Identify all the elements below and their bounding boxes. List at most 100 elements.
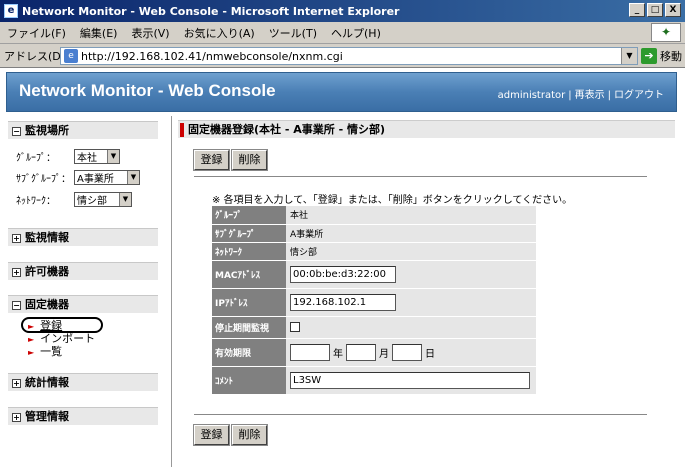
year-unit: 年 [333,348,343,360]
menu-favorites[interactable]: お気に入り(A) [177,25,262,41]
section-monitor-info[interactable]: + 監視情報 [8,228,158,246]
expiry-year-input[interactable] [290,343,330,361]
address-url: http://192.168.102.41/nmwebconsole/nxnm.… [81,49,343,63]
divider [194,414,647,415]
windows-logo-icon: ✦ [651,23,681,42]
collapse-icon[interactable]: − [12,126,21,136]
network-label: ﾈｯﾄﾜｰｸ： [16,195,56,207]
ie-icon: e [4,4,18,18]
menu-tools[interactable]: ツール(T) [262,25,324,41]
register-button-top[interactable]: 登録 [193,149,230,171]
delete-button-top[interactable]: 削除 [231,149,268,171]
header-banner: Network Monitor - Web Console administra… [6,72,677,112]
comment-field-label: ｺﾒﾝﾄ [212,366,286,395]
header-links: administrator | 再表示 | ログアウト [498,86,664,101]
mac-field-label: MACｱﾄﾞﾚｽ [212,260,286,289]
section-monitor-location[interactable]: − 監視場所 [8,121,158,139]
menu-edit[interactable]: 編集(E) [73,25,125,41]
form-row-mac: MACｱﾄﾞﾚｽ 00:0b:be:d3:22:00 [212,260,536,289]
go-label: 移動 [660,50,682,63]
menu-bar: ファイル(F) 編集(E) 表示(V) お気に入り(A) ツール(T) ヘルプ(… [0,22,685,44]
logout-link[interactable]: ログアウト [614,90,664,101]
expand-icon[interactable]: + [12,378,21,388]
maximize-button[interactable]: □ [647,3,663,17]
chevron-down-icon: ▼ [107,149,119,163]
expand-icon[interactable]: + [12,267,21,277]
form-row-subgroup: ｻﾌﾞｸﾞﾙｰﾌﾟ A事業所 [212,224,536,243]
user-link[interactable]: administrator [498,90,566,101]
subgroup-row: ｻﾌﾞｸﾞﾙｰﾌﾟ： A事業所 ▼ [16,169,140,185]
group-field-value: 本社 [286,206,536,225]
section-admin[interactable]: + 管理情報 [8,407,158,425]
expiry-day-input[interactable] [392,343,422,361]
network-field-value: 情シ部 [286,242,536,261]
expand-icon[interactable]: + [12,412,21,422]
network-select[interactable]: 情シ部 ▼ [74,191,132,207]
triangle-right-icon: ► [28,335,35,344]
group-row: ｸﾞﾙｰﾌﾟ： 本社 ▼ [16,148,120,164]
group-select-value: 本社 [77,152,97,164]
network-select-value: 情シ部 [77,195,107,207]
chevron-down-icon: ▼ [127,170,139,184]
subgroup-select[interactable]: A事業所 ▼ [74,169,140,185]
section-title: 固定機器 [25,298,69,311]
expiry-month-input[interactable] [346,343,376,361]
minimize-button[interactable]: _ [629,3,645,17]
window-title-bar: e Network Monitor - Web Console - Micros… [0,0,685,22]
link-import[interactable]: ► インポート [28,332,95,345]
address-label: アドレス(D) [4,49,66,63]
highlight-circle [21,317,103,333]
divider [194,176,647,177]
group-label: ｸﾞﾙｰﾌﾟ： [16,152,56,164]
stop-monitor-checkbox[interactable] [290,321,300,332]
chevron-down-icon[interactable]: ▼ [621,48,637,64]
delete-button-bottom[interactable]: 削除 [231,424,268,446]
register-button-bottom[interactable]: 登録 [193,424,230,446]
group-field-label: ｸﾞﾙｰﾌﾟ [212,206,286,225]
day-unit: 日 [425,348,435,360]
go-arrow-icon: ➔ [641,48,657,64]
section-title: 監視情報 [25,231,69,244]
instruction-text: ※ 各項目を入力して、「登録」または、「削除」ボタンをクリックしてください。 [212,195,573,206]
close-button[interactable]: X [665,3,681,17]
menu-file[interactable]: ファイル(F) [0,25,73,41]
comment-input[interactable]: L3SW [290,371,530,389]
section-title: 管理情報 [25,410,69,423]
triangle-right-icon: ► [28,348,35,357]
form-row-expiry: 有効期限 年 月 日 [212,338,536,367]
chevron-down-icon: ▼ [119,192,131,206]
network-row: ﾈｯﾄﾜｰｸ： 情シ部 ▼ [16,191,132,207]
main-content: 固定機器登録(本社 - A事業所 - 情シ部) 登録 削除 ※ 各項目を入力して… [176,116,677,467]
address-input[interactable]: e http://192.168.102.41/nmwebconsole/nxn… [60,47,638,65]
link-list[interactable]: ► 一覧 [28,345,62,358]
collapse-icon[interactable]: − [12,300,21,310]
subgroup-field-label: ｻﾌﾞｸﾞﾙｰﾌﾟ [212,224,286,243]
link-separator: | [607,90,611,101]
sidebar: − 監視場所 ｸﾞﾙｰﾌﾟ： 本社 ▼ ｻﾌﾞｸﾞﾙｰﾌﾟ： A事業所 ▼ ﾈｯﾄ… [6,116,172,467]
registration-form: ｸﾞﾙｰﾌﾟ 本社 ｻﾌﾞｸﾞﾙｰﾌﾟ A事業所 ﾈｯﾄﾜｰｸ 情シ部 MACｱ… [212,206,536,395]
go-button[interactable]: ➔ 移動 [641,47,682,65]
refresh-link[interactable]: 再表示 [575,90,605,101]
menu-view[interactable]: 表示(V) [124,25,176,41]
title-marker [180,123,184,137]
form-row-stop-monitor: 停止期間監視 [212,316,536,339]
expand-icon[interactable]: + [12,233,21,243]
section-statistics[interactable]: + 統計情報 [8,373,158,391]
menu-help[interactable]: ヘルプ(H) [324,25,388,41]
ip-address-input[interactable]: 192.168.102.1 [290,293,396,311]
form-row-group: ｸﾞﾙｰﾌﾟ 本社 [212,206,536,225]
section-fixed-devices[interactable]: − 固定機器 [8,295,158,313]
section-title: 監視場所 [25,124,69,137]
subgroup-label: ｻﾌﾞｸﾞﾙｰﾌﾟ： [16,173,71,185]
network-field-label: ﾈｯﾄﾜｰｸ [212,242,286,261]
section-title: 統計情報 [25,376,69,389]
mac-address-input[interactable]: 00:0b:be:d3:22:00 [290,265,396,283]
month-unit: 月 [379,348,389,360]
stop-monitor-field-label: 停止期間監視 [212,316,286,339]
group-select[interactable]: 本社 ▼ [74,148,120,164]
page-icon: e [64,49,78,63]
form-row-comment: ｺﾒﾝﾄ L3SW [212,366,536,395]
page-title: 固定機器登録(本社 - A事業所 - 情シ部) [178,120,675,138]
section-allowed-devices[interactable]: + 許可機器 [8,262,158,280]
app-title: Network Monitor - Web Console [19,81,276,100]
